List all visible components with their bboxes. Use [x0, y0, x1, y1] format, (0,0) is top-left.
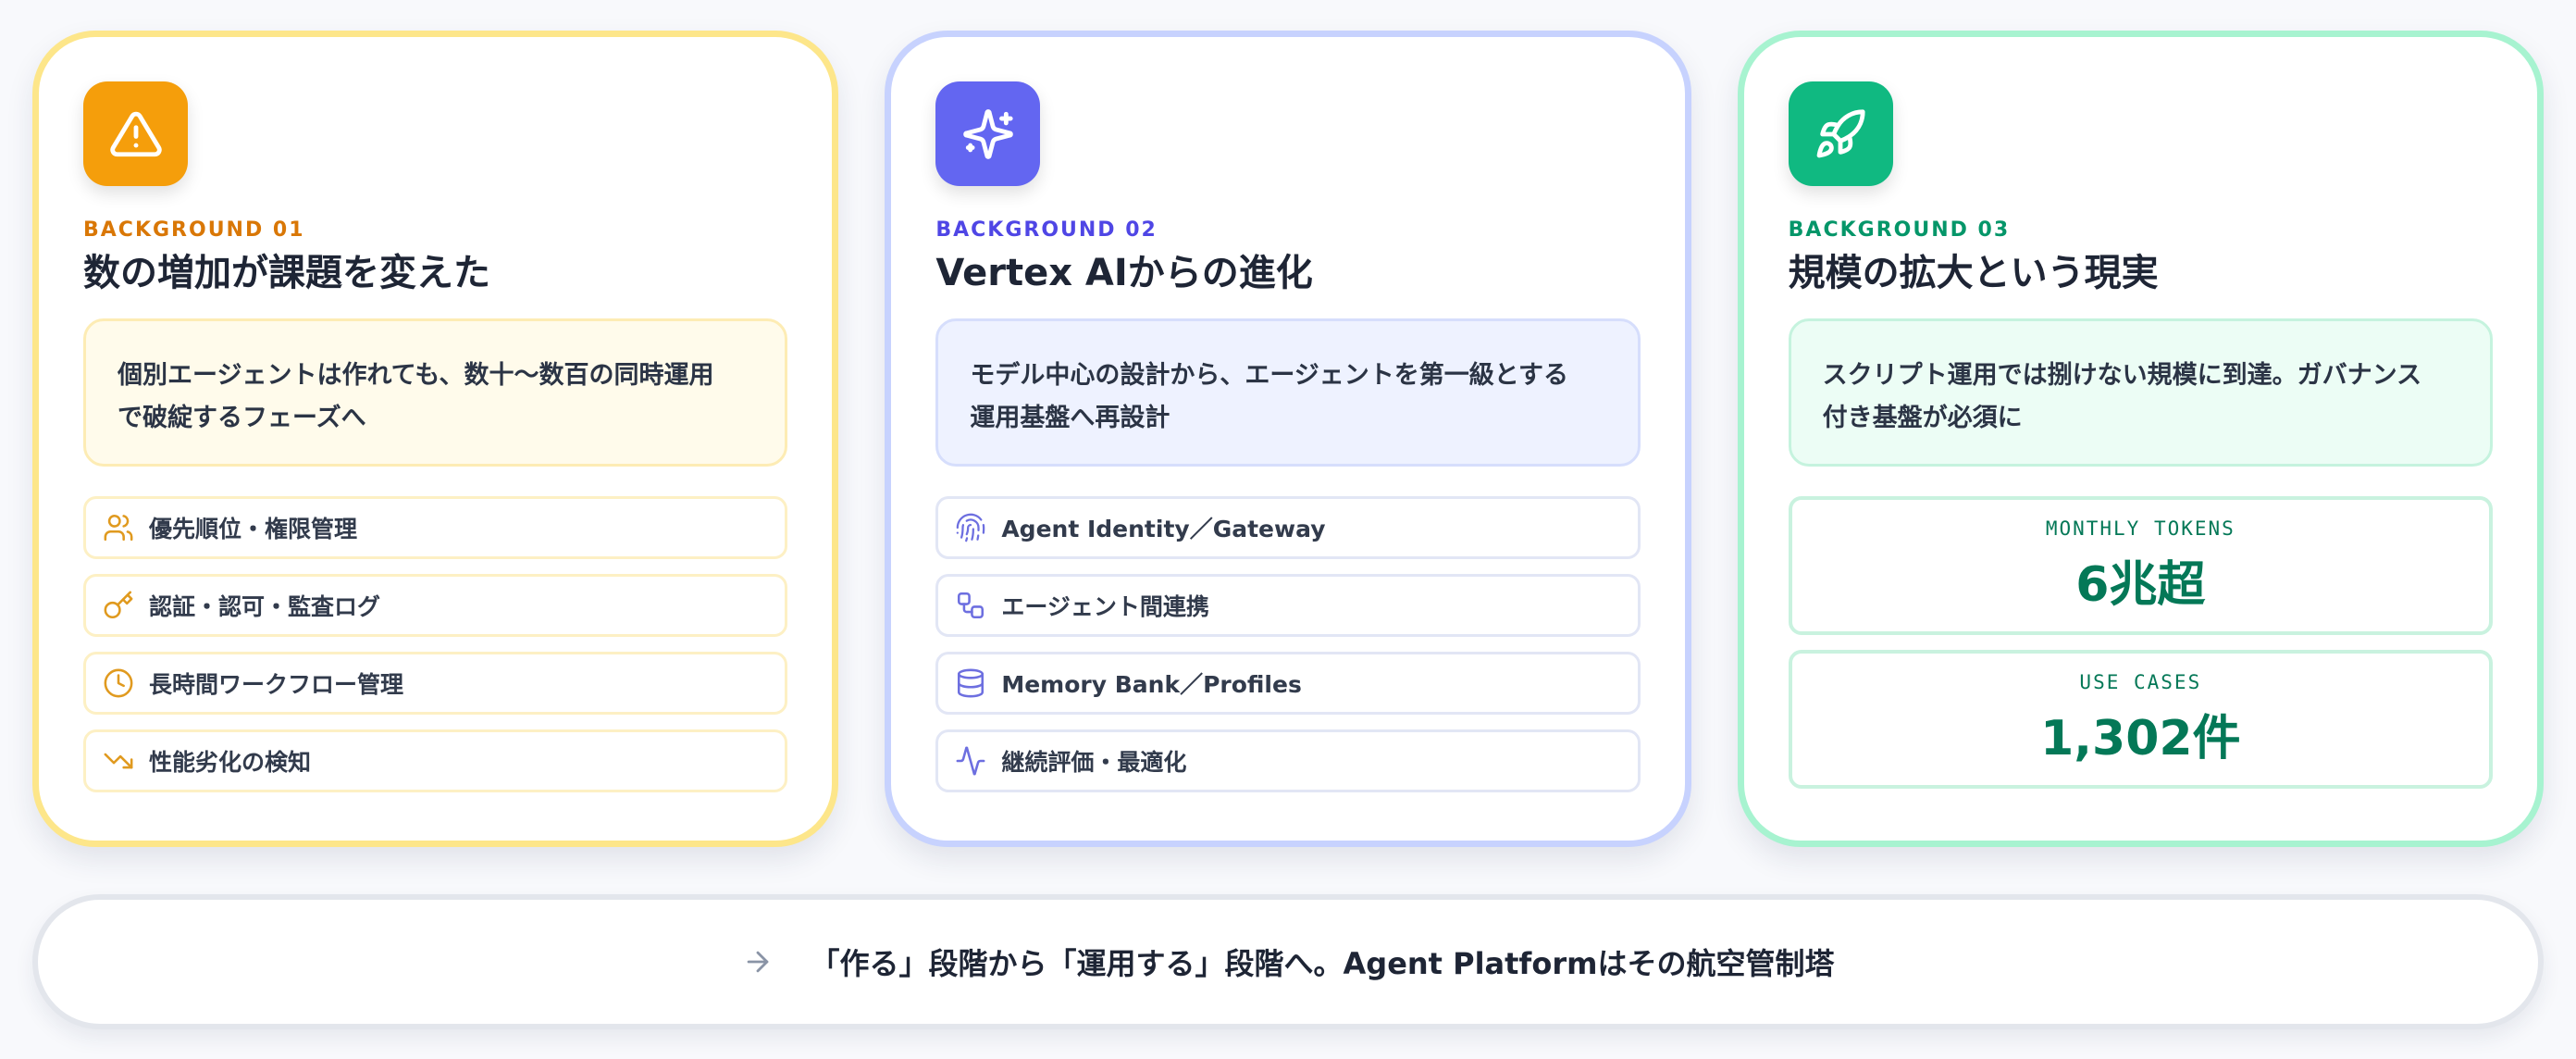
card-callout: スクリプト運用では捌けない規模に到達。ガバナンス 付き基盤が必須に: [1788, 318, 2493, 467]
stat-label: MONTHLY TOKENS: [2045, 517, 2235, 540]
list-item-label: エージェント間連携: [1001, 593, 1209, 620]
list-item-label: 長時間ワークフロー管理: [149, 671, 404, 698]
banner-text: 「作る」段階から「運用する」段階へ。Agent Platformはその航空管制塔: [810, 946, 1835, 981]
list-item: エージェント間連携: [935, 574, 1641, 637]
list-item-label: 優先順位・権限管理: [149, 516, 358, 542]
database-icon: [958, 668, 985, 698]
stat-label: USE CASES: [2079, 670, 2202, 693]
card-eyebrow: BACKGROUND 01: [83, 218, 305, 242]
card-title: Vertex AIからの進化: [935, 252, 1313, 294]
card-title: 数の増加が課題を変えた: [83, 252, 490, 294]
list-item: Agent Identity／Gateway: [935, 496, 1641, 559]
feature-list: Agent Identity／Gateway エージェント間連携 Memory …: [935, 496, 1641, 792]
sparkles-icon: [935, 81, 1041, 186]
card-background-02: BACKGROUND 02 Vertex AIからの進化 モデル中心の設計から、…: [885, 31, 1691, 847]
warning-triangle-icon: [83, 81, 188, 186]
callout-line: モデル中心の設計から、エージェントを第一級とする: [970, 361, 1568, 390]
card-callout: 個別エージェントは作れても、数十〜数百の同時運用 で破綻するフェーズへ: [83, 318, 788, 467]
card-background-03: BACKGROUND 03 規模の拡大という現実 スクリプト運用では捌けない規模…: [1737, 31, 2544, 847]
rocket-icon: [1788, 81, 1893, 186]
activity-icon: [956, 746, 985, 776]
key-icon: [104, 591, 133, 619]
clock-icon: [104, 668, 133, 698]
stat-value: 1,302件: [2040, 710, 2241, 766]
card-eyebrow: BACKGROUND 03: [1788, 218, 2011, 242]
list-item: 継続評価・最適化: [935, 729, 1641, 792]
card-background-01: BACKGROUND 01 数の増加が課題を変えた 個別エージェントは作れても、…: [32, 31, 839, 847]
feature-list: 優先順位・権限管理 認証・認可・監査ログ 長時間ワークフロー管理 性能劣化の検知: [83, 496, 788, 792]
list-item: Memory Bank／Profiles: [935, 652, 1641, 715]
background-cards: BACKGROUND 01 数の増加が課題を変えた 個別エージェントは作れても、…: [32, 31, 2544, 847]
fingerprint-icon: [957, 513, 985, 542]
callout-line: 運用基盤へ再設計: [970, 404, 1170, 433]
card-title: 規模の拡大という現実: [1788, 252, 2159, 294]
list-item-label: 認証・認可・監査ログ: [149, 593, 381, 620]
callout-line: 付き基盤が必須に: [1822, 404, 2023, 433]
card-eyebrow: BACKGROUND 02: [935, 218, 1158, 242]
stat-value: 6兆超: [2075, 556, 2206, 613]
workflow-icon: [958, 592, 985, 619]
list-item-label: Agent Identity／Gateway: [1001, 516, 1326, 542]
card-callout: モデル中心の設計から、エージェントを第一級とする 運用基盤へ再設計: [935, 318, 1641, 467]
stats-list: MONTHLY TOKENS 6兆超 USE CASES 1,302件: [1788, 496, 2493, 789]
list-item-label: 性能劣化の検知: [149, 749, 312, 776]
callout-line: で破綻するフェーズへ: [118, 404, 366, 433]
stat-monthly-tokens: MONTHLY TOKENS 6兆超: [1788, 496, 2493, 635]
list-item: 性能劣化の検知: [83, 729, 788, 792]
callout-line: 個別エージェントは作れても、数十〜数百の同時運用: [118, 361, 714, 390]
summary-banner: 「作る」段階から「運用する」段階へ。Agent Platformはその航空管制塔: [32, 894, 2544, 1029]
list-item-label: 継続評価・最適化: [1001, 749, 1187, 776]
stat-use-cases: USE CASES 1,302件: [1788, 650, 2493, 789]
trending-down-icon: [104, 753, 133, 769]
list-item: 優先順位・権限管理: [83, 496, 788, 559]
list-item: 認証・認可・監査ログ: [83, 574, 788, 637]
users-icon: [104, 514, 133, 542]
callout-line: スクリプト運用では捌けない規模に到達。ガバナンス: [1822, 361, 2422, 390]
arrow-right-icon: [747, 951, 768, 973]
list-item: 長時間ワークフロー管理: [83, 652, 788, 715]
list-item-label: Memory Bank／Profiles: [1001, 671, 1302, 698]
